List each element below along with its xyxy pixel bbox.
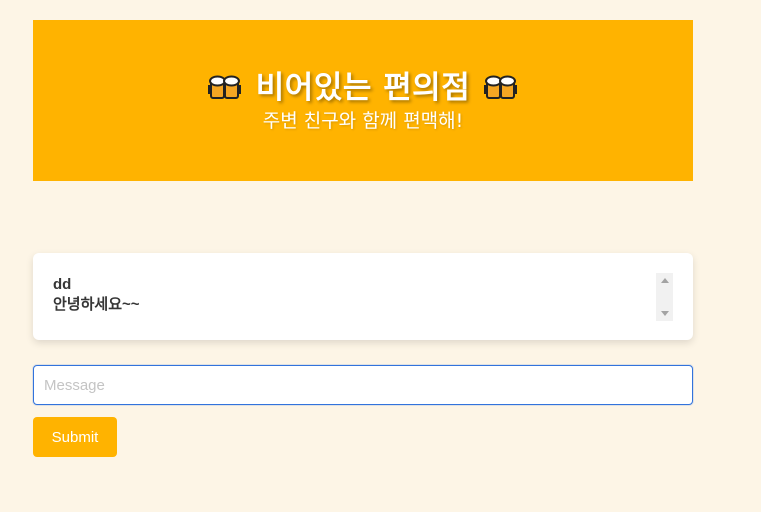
chat-scrollbar[interactable] (656, 273, 673, 321)
page: 비어있는 편의점 주변 친구와 함께 편맥해! dd 안녕하세요~~ Submi… (0, 0, 761, 512)
beer-mugs-icon (207, 75, 241, 99)
hero-title-row: 비어있는 편의점 (33, 68, 693, 108)
page-title: 비어있는 편의점 (255, 70, 471, 106)
submit-button[interactable]: Submit (33, 417, 117, 457)
message-input[interactable] (33, 365, 693, 405)
scroll-up-arrow-icon[interactable] (661, 278, 669, 283)
page-subtitle: 주변 친구와 함께 편맥해! (262, 110, 464, 132)
chat-messages-box[interactable]: dd 안녕하세요~~ (33, 253, 693, 340)
message-author: dd (53, 276, 72, 293)
message-text: 안녕하세요~~ (53, 296, 140, 313)
scroll-down-arrow-icon[interactable] (661, 311, 669, 316)
message-list: dd 안녕하세요~~ (53, 275, 663, 315)
hero-banner: 비어있는 편의점 주변 친구와 함께 편맥해! (33, 20, 693, 181)
beer-mugs-icon (484, 75, 518, 99)
